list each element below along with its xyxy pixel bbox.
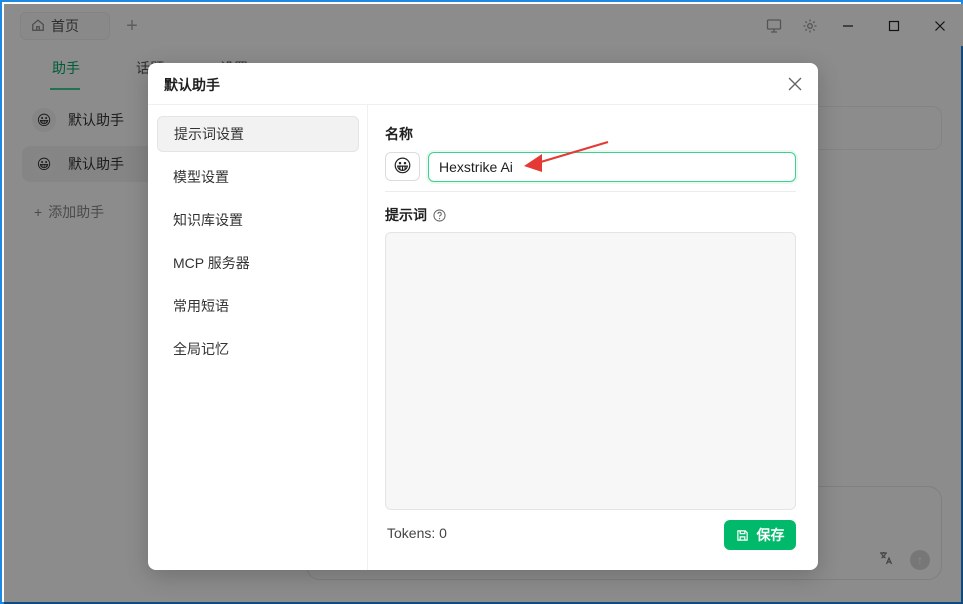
save-icon [736, 529, 748, 541]
settings-nav: 提示词设置 模型设置 知识库设置 MCP 服务器 常用短语 全局记忆 [148, 105, 368, 570]
save-button-label: 保存 [756, 527, 785, 543]
prompt-settings-panel: 名称 😀 提示词 Tokens: 0 保存 [385, 105, 796, 570]
assistant-settings-dialog: 默认助手 提示词设置 模型设置 知识库设置 MCP 服务器 常用短语 全局记忆 … [148, 63, 818, 570]
emoji-picker-button[interactable]: 😀 [385, 152, 420, 181]
close-icon [788, 77, 802, 91]
save-button[interactable]: 保存 [724, 520, 796, 550]
divider [385, 191, 796, 192]
dialog-header: 默认助手 [148, 63, 818, 105]
nav-item-knowledge-settings[interactable]: 知识库设置 [157, 202, 359, 238]
prompt-textarea[interactable] [385, 232, 796, 510]
dialog-close-button[interactable] [784, 73, 806, 95]
name-label: 名称 [385, 124, 413, 144]
nav-item-quick-phrases[interactable]: 常用短语 [157, 288, 359, 324]
prompt-label: 提示词 [385, 205, 446, 225]
nav-item-global-memory[interactable]: 全局记忆 [157, 331, 359, 367]
token-count: Tokens: 0 [387, 525, 447, 541]
nav-item-mcp-servers[interactable]: MCP 服务器 [157, 245, 359, 281]
smiley-icon: 😀 [393, 156, 412, 176]
nav-item-model-settings[interactable]: 模型设置 [157, 159, 359, 195]
annotation-arrow-icon [524, 140, 609, 172]
nav-item-prompt-settings[interactable]: 提示词设置 [157, 116, 359, 152]
name-label-text: 名称 [385, 126, 413, 142]
help-icon[interactable] [433, 208, 446, 222]
dialog-title: 默认助手 [164, 77, 220, 93]
assistant-name-input[interactable] [428, 152, 796, 182]
prompt-label-text: 提示词 [385, 207, 427, 223]
